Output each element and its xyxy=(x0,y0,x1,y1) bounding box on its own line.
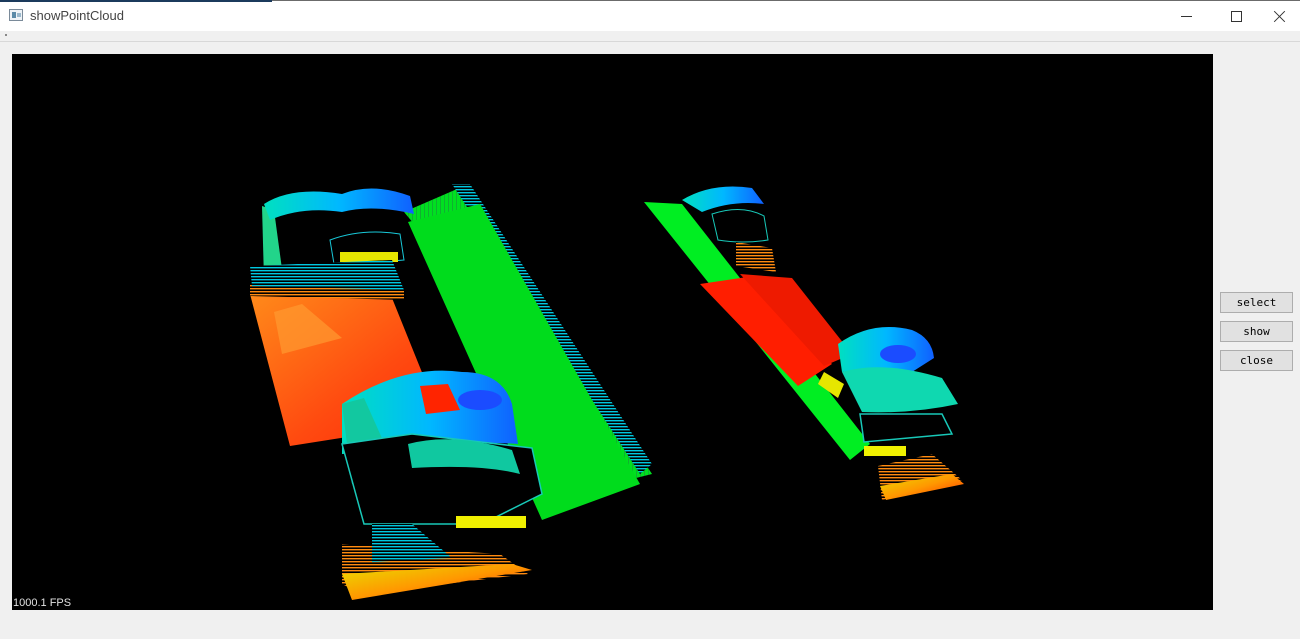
close-icon xyxy=(1274,10,1286,22)
point-cloud-viewport[interactable]: 1000.1 FPS xyxy=(12,54,1213,610)
title-bar: showPointCloud xyxy=(0,0,1300,31)
window-title: showPointCloud xyxy=(30,8,124,23)
maximize-icon xyxy=(1231,11,1242,22)
maximize-button[interactable] xyxy=(1213,1,1259,31)
close-window-button[interactable] xyxy=(1257,1,1300,31)
app-icon xyxy=(9,9,23,21)
select-button[interactable]: select xyxy=(1220,292,1293,313)
fps-counter: 1000.1 FPS xyxy=(13,597,72,609)
menu-bar xyxy=(0,31,1300,42)
show-button[interactable]: show xyxy=(1220,321,1293,342)
close-button[interactable]: close xyxy=(1220,350,1293,371)
title-accent-strip xyxy=(0,0,272,2)
menu-grip-icon xyxy=(5,34,7,36)
minimize-icon xyxy=(1181,16,1192,17)
minimize-button[interactable] xyxy=(1163,1,1209,31)
point-cloud-render xyxy=(250,184,964,600)
